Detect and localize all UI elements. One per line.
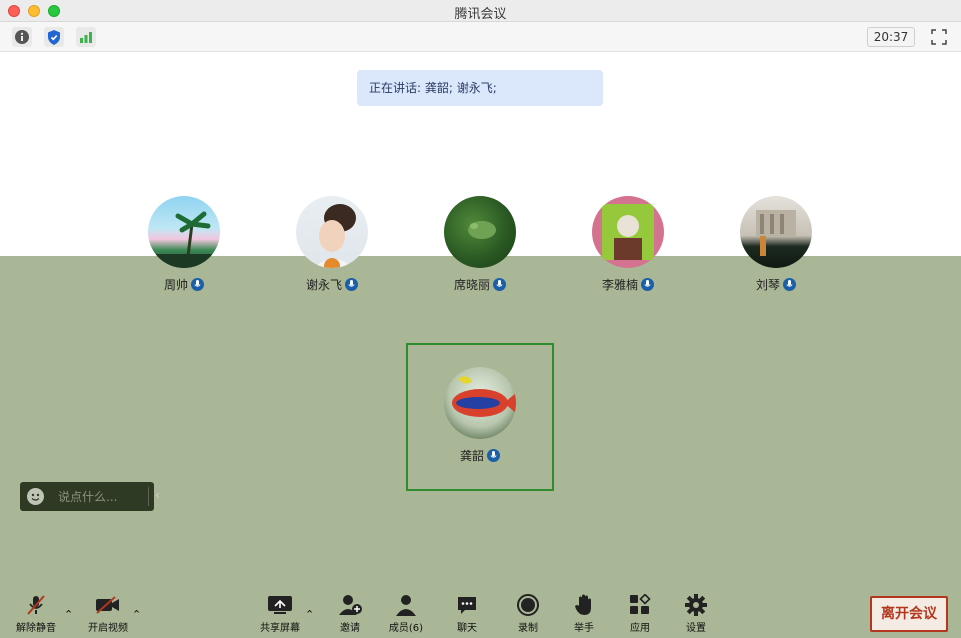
- microphone-icon: [641, 278, 654, 291]
- collapse-chevron-icon[interactable]: ‹: [155, 488, 160, 502]
- share-options-chevron-icon[interactable]: ⌃: [305, 608, 314, 621]
- participant-name-row: 刘琴: [726, 276, 826, 293]
- participant-tile[interactable]: 周帅: [134, 196, 234, 293]
- avatar: [296, 196, 368, 268]
- participant-name: 李雅楠: [601, 278, 638, 292]
- security-shield-icon[interactable]: [44, 27, 64, 47]
- apps-button[interactable]: 应用: [610, 594, 670, 634]
- participant-name-row: 谢永飞: [282, 276, 382, 293]
- gear-icon: [666, 594, 726, 616]
- participant-name-row: 周帅: [134, 276, 234, 293]
- participant-name: 刘琴: [755, 278, 780, 292]
- participant-name-row: 李雅楠: [578, 276, 678, 293]
- unmute-button[interactable]: 解除静音: [6, 594, 66, 634]
- microphone-icon: [191, 278, 204, 291]
- share-screen-icon: [250, 594, 310, 616]
- raise-hand-label: 举手: [574, 623, 594, 634]
- active-speaker: 龚韶: [430, 367, 530, 464]
- leave-meeting-button[interactable]: 离开会议: [870, 596, 948, 632]
- share-screen-label: 共享屏幕: [260, 623, 300, 634]
- add-user-icon: [320, 594, 380, 616]
- chat-quick-input[interactable]: 说点什么... ‹: [20, 482, 160, 511]
- avatar: [444, 367, 516, 439]
- title-bar: 腾讯会议: [0, 0, 961, 22]
- chat-placeholder[interactable]: 说点什么...: [58, 488, 117, 505]
- host-badge-icon: [324, 258, 340, 268]
- participant-tile[interactable]: 刘琴: [726, 196, 826, 293]
- info-icon[interactable]: [12, 27, 32, 47]
- participant-name: 谢永飞: [305, 278, 342, 292]
- participant-name: 席晓丽: [453, 278, 490, 292]
- unmute-label: 解除静音: [16, 623, 56, 634]
- settings-label: 设置: [686, 623, 706, 634]
- participant-name-row: 龚韶: [430, 447, 530, 464]
- meeting-clock: 20:37: [867, 27, 915, 47]
- record-button[interactable]: 录制: [498, 594, 558, 634]
- network-signal-icon[interactable]: [76, 27, 96, 47]
- members-icon: [376, 594, 436, 616]
- invite-label: 邀请: [340, 623, 360, 634]
- microphone-muted-icon: [6, 594, 66, 616]
- speaking-indicator: 正在讲话: 龚韶; 谢永飞;: [357, 70, 603, 106]
- start-video-label: 开启视频: [88, 623, 128, 634]
- camera-off-icon: [78, 594, 138, 616]
- microphone-icon: [493, 278, 506, 291]
- participant-tile[interactable]: 谢永飞: [282, 196, 382, 293]
- apps-label: 应用: [630, 623, 650, 634]
- avatar: [444, 196, 516, 268]
- audio-options-chevron-icon[interactable]: ⌃: [64, 608, 73, 621]
- participant-tile[interactable]: 李雅楠: [578, 196, 678, 293]
- chat-bubble-icon: [437, 594, 497, 616]
- avatar: [148, 196, 220, 268]
- settings-button[interactable]: 设置: [666, 594, 726, 634]
- participant-name-row: 席晓丽: [430, 276, 530, 293]
- apps-grid-icon: [610, 594, 670, 616]
- invite-button[interactable]: 邀请: [320, 594, 380, 634]
- meeting-toolbar: 20:37: [0, 22, 961, 52]
- participant-name: 周帅: [163, 278, 188, 292]
- raise-hand-button[interactable]: 举手: [554, 594, 614, 634]
- chat-button[interactable]: 聊天: [437, 594, 497, 634]
- microphone-icon: [345, 278, 358, 291]
- avatar: [592, 196, 664, 268]
- hand-icon: [554, 594, 614, 616]
- avatar: [740, 196, 812, 268]
- video-options-chevron-icon[interactable]: ⌃: [132, 608, 141, 621]
- record-icon: [498, 594, 558, 616]
- start-video-button[interactable]: 开启视频: [78, 594, 138, 634]
- participant-name: 龚韶: [459, 449, 484, 463]
- members-label: 成员(6): [388, 623, 424, 634]
- emoji-icon[interactable]: [27, 488, 44, 505]
- members-button[interactable]: 成员(6): [376, 594, 436, 634]
- microphone-icon: [487, 449, 500, 462]
- share-screen-button[interactable]: 共享屏幕: [250, 594, 310, 634]
- microphone-icon: [783, 278, 796, 291]
- active-speaker-tile[interactable]: 龚韶: [406, 343, 554, 491]
- chat-label: 聊天: [457, 623, 477, 634]
- fullscreen-icon[interactable]: [929, 27, 949, 47]
- participant-tile[interactable]: 席晓丽: [430, 196, 530, 293]
- divider: [148, 487, 149, 506]
- record-label: 录制: [518, 623, 538, 634]
- window-title: 腾讯会议: [454, 7, 507, 22]
